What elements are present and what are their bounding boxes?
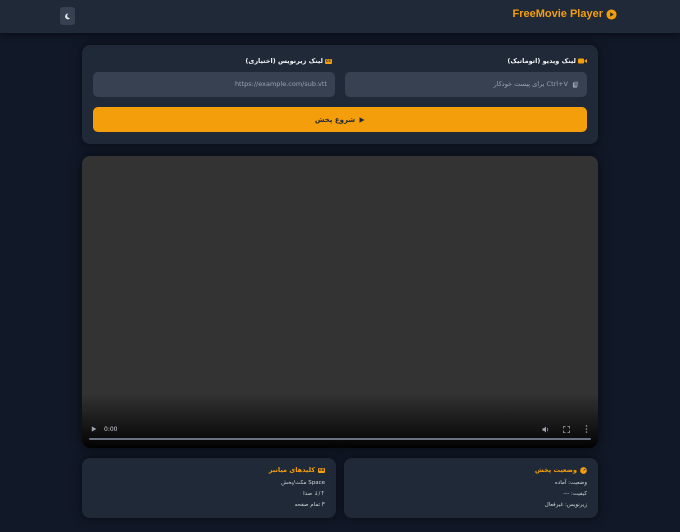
brand-logo: FreeMovie Player	[513, 8, 618, 20]
more-options-icon[interactable]	[585, 425, 588, 433]
player-form-card: لینک ویدیو (اتوماتیک) Ctrl+V برای پیست خ…	[82, 45, 598, 144]
brand-title: FreeMovie Player	[512, 8, 604, 20]
video-play-icon[interactable]	[91, 426, 97, 432]
shortcuts-title: KB کلیدهای میانبر	[268, 466, 325, 474]
shortcut-fullscreen: F تمام صفحه	[294, 502, 325, 508]
video-player[interactable]: 0:00	[82, 156, 598, 448]
subtitle-url-placeholder: https://example.com/sub.vtt	[234, 80, 327, 88]
app-header: FreeMovie Player	[0, 0, 680, 33]
gauge-icon	[580, 466, 587, 474]
status-subtitle: زیرنویس: غیرفعال	[544, 502, 587, 508]
theme-toggle-button[interactable]	[60, 7, 75, 25]
shortcut-play-pause: Space مکث/پخش	[281, 480, 325, 486]
video-url-label: لینک ویدیو (اتوماتیک)	[507, 57, 587, 65]
play-icon	[359, 116, 365, 123]
start-playback-button[interactable]: شروع پخش	[93, 107, 587, 132]
fullscreen-icon[interactable]	[563, 425, 570, 433]
clipboard-icon	[572, 80, 579, 88]
cc-badge-icon: CC	[325, 58, 332, 64]
video-url-input[interactable]: Ctrl+V برای پیست خودکار	[345, 72, 587, 97]
shortcuts-card: KB کلیدهای میانبر Space مکث/پخش ↑/↓ صدا …	[82, 458, 336, 518]
subtitle-url-input[interactable]: https://example.com/sub.vtt	[93, 72, 335, 97]
subtitle-url-label: CC لینک زیرنویس (اختیاری)	[245, 57, 332, 65]
status-card: وضعیت پخش وضعیت: آماده کیفیت: --- زیرنوی…	[344, 458, 598, 518]
shortcut-volume: ↑/↓ صدا	[303, 491, 325, 497]
status-state: وضعیت: آماده	[554, 480, 587, 486]
keyboard-icon: KB	[318, 467, 325, 473]
moon-icon	[65, 13, 71, 19]
video-camera-icon	[578, 58, 587, 64]
video-control-bar: 0:00	[82, 422, 598, 436]
video-progress-bar[interactable]	[89, 438, 591, 440]
video-time: 0:00	[104, 425, 118, 433]
status-quality: کیفیت: ---	[563, 491, 587, 497]
play-circle-icon	[606, 8, 617, 20]
status-title: وضعیت پخش	[535, 466, 587, 474]
video-url-placeholder: Ctrl+V برای پیست خودکار	[493, 80, 568, 88]
volume-icon[interactable]	[542, 426, 550, 433]
start-playback-label: شروع پخش	[314, 115, 356, 124]
